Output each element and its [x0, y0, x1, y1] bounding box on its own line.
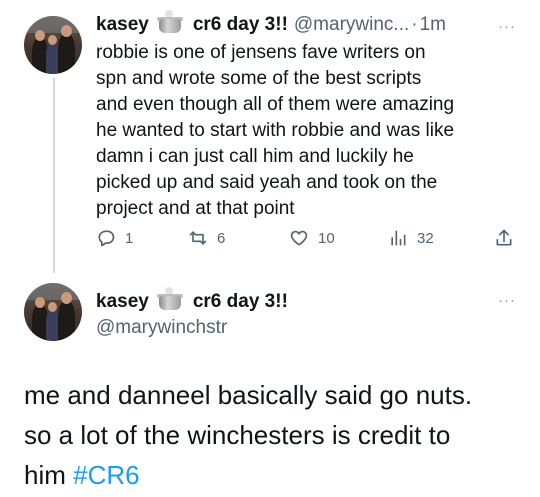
retweet-icon [189, 231, 207, 245]
tweet-actions-bar: 1 6 10 32 [96, 228, 520, 254]
reply-button[interactable]: 1 [96, 228, 133, 248]
views-button[interactable]: 32 [388, 228, 434, 248]
retweet-count: 6 [217, 229, 226, 247]
thread-connector-line [53, 78, 55, 273]
display-name[interactable]: kasey [96, 14, 149, 36]
heart-icon [290, 230, 308, 246]
tweet-text-line: he wanted to start with robbie and was l… [96, 120, 455, 141]
user-handle[interactable]: @marywinc... [294, 14, 409, 36]
funeral-urn-emoji-icon [155, 287, 185, 313]
views-bar-icon [391, 230, 406, 246]
funeral-urn-emoji-icon [155, 10, 185, 36]
like-count: 10 [318, 229, 335, 247]
views-count: 32 [417, 229, 434, 247]
tweet-text-line: so a lot of the winchesters is credit to [24, 420, 451, 450]
share-button[interactable] [494, 228, 523, 248]
separator-dot: · [411, 14, 418, 35]
tweet-header: kasey cr6 day 3!! @marywinchstr [96, 287, 288, 341]
tweet-text: me and danneel basically said go nuts. s… [24, 375, 524, 495]
timestamp[interactable]: 1m [420, 14, 446, 36]
reply-count: 1 [125, 229, 134, 247]
more-options-icon[interactable]: ··· [498, 18, 516, 35]
share-icon [496, 229, 512, 246]
tweet-text-line: and even though all of them were amazing [96, 94, 455, 115]
tweet-text-line: damn i can just call him and luckily he [96, 146, 414, 167]
retweet-button[interactable]: 6 [188, 228, 225, 248]
user-handle[interactable]: @marywinchstr [96, 315, 227, 341]
avatar[interactable] [24, 283, 82, 341]
display-name-suffix[interactable]: cr6 day 3!! [193, 14, 288, 36]
tweet-text-line: picked up and said yeah and took on the [96, 172, 438, 193]
like-button[interactable]: 10 [289, 228, 335, 248]
hashtag-link[interactable]: #CR6 [73, 460, 139, 490]
tweet-text-line: project and at that point [96, 198, 295, 219]
tweet-text: robbie is one of jensens fave writers on… [96, 40, 516, 222]
tweet-header: kasey cr6 day 3!! @marywinc... · 1m [96, 10, 446, 38]
tweet-text-line: robbie is one of jensens fave writers on [96, 42, 426, 63]
avatar[interactable] [24, 16, 82, 74]
more-options-icon[interactable]: ··· [498, 292, 516, 309]
tweet-text-line: me and danneel basically said go nuts. [24, 380, 473, 410]
display-name-suffix[interactable]: cr6 day 3!! [193, 289, 288, 315]
reply-icon [98, 230, 115, 247]
tweet-text-line-last: him #CR6 [24, 455, 524, 495]
tweet-text-word: him [24, 460, 66, 490]
tweet-text-line: spn and wrote some of the best scripts [96, 68, 422, 89]
display-name[interactable]: kasey [96, 289, 149, 315]
